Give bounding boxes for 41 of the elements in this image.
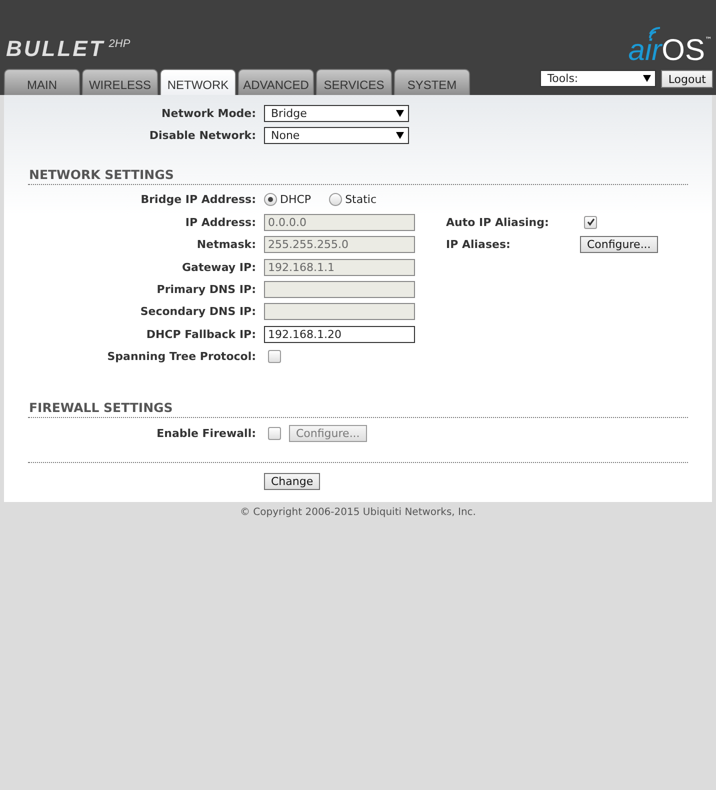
nav-tab[interactable]: SYSTEM <box>394 69 470 95</box>
copyright-text: © Copyright 2006-2015 Ubiquiti Networks, Inc. <box>239 506 477 518</box>
change-button[interactable]: Change <box>264 473 320 490</box>
dropdown[interactable]: None <box>264 127 409 144</box>
input-field[interactable]: 192.168.1.20 <box>264 326 415 343</box>
field-label: IP Aliases: <box>446 238 512 252</box>
product-logo: BULLET <box>6 38 105 60</box>
tools-dropdown[interactable]: Tools: <box>540 70 656 87</box>
checkbox[interactable] <box>268 350 281 364</box>
field-label: Gateway IP: <box>181 260 257 274</box>
nav-tab[interactable]: NETWORK <box>160 69 236 95</box>
field-label: Netmask: <box>196 238 257 252</box>
field-label: Secondary DNS IP: <box>139 305 257 318</box>
field-label: Spanning Tree Protocol: <box>106 350 257 364</box>
checkbox[interactable] <box>268 426 281 440</box>
section-heading: NETWORK SETTINGS <box>29 166 175 182</box>
field-label: Disable Network: <box>148 129 257 142</box>
dropdown[interactable]: Bridge <box>264 104 409 122</box>
nav-tab[interactable]: SERVICES <box>316 69 392 95</box>
radio-button[interactable] <box>329 193 342 206</box>
caret-icon <box>643 75 652 82</box>
nav-tab[interactable]: MAIN <box>4 69 80 95</box>
radio-button[interactable] <box>264 193 277 206</box>
product-model: 2HP <box>108 38 130 50</box>
field-label: Enable Firewall: <box>156 426 257 440</box>
field-label: IP Address: <box>184 216 257 229</box>
field-label: Auto IP Aliasing: <box>446 216 550 229</box>
brand-logo-os: OS <box>662 36 705 66</box>
field-label: Bridge IP Address: <box>140 193 257 206</box>
brand-logo-air: air <box>628 36 662 66</box>
nav-tab[interactable]: ADVANCED <box>238 69 314 95</box>
radio-label: DHCP <box>280 193 312 206</box>
logout-button[interactable]: Logout <box>661 70 713 88</box>
field-label: Primary DNS IP: <box>156 283 257 296</box>
section-heading: FIREWALL SETTINGS <box>29 400 174 415</box>
caret-icon <box>396 132 404 140</box>
nav-tab[interactable]: WIRELESS <box>82 69 158 95</box>
field-label: Network Mode: <box>160 106 257 120</box>
caret-icon <box>396 110 404 117</box>
field-label: DHCP Fallback IP: <box>145 328 257 341</box>
radio-label: Static <box>345 193 377 206</box>
